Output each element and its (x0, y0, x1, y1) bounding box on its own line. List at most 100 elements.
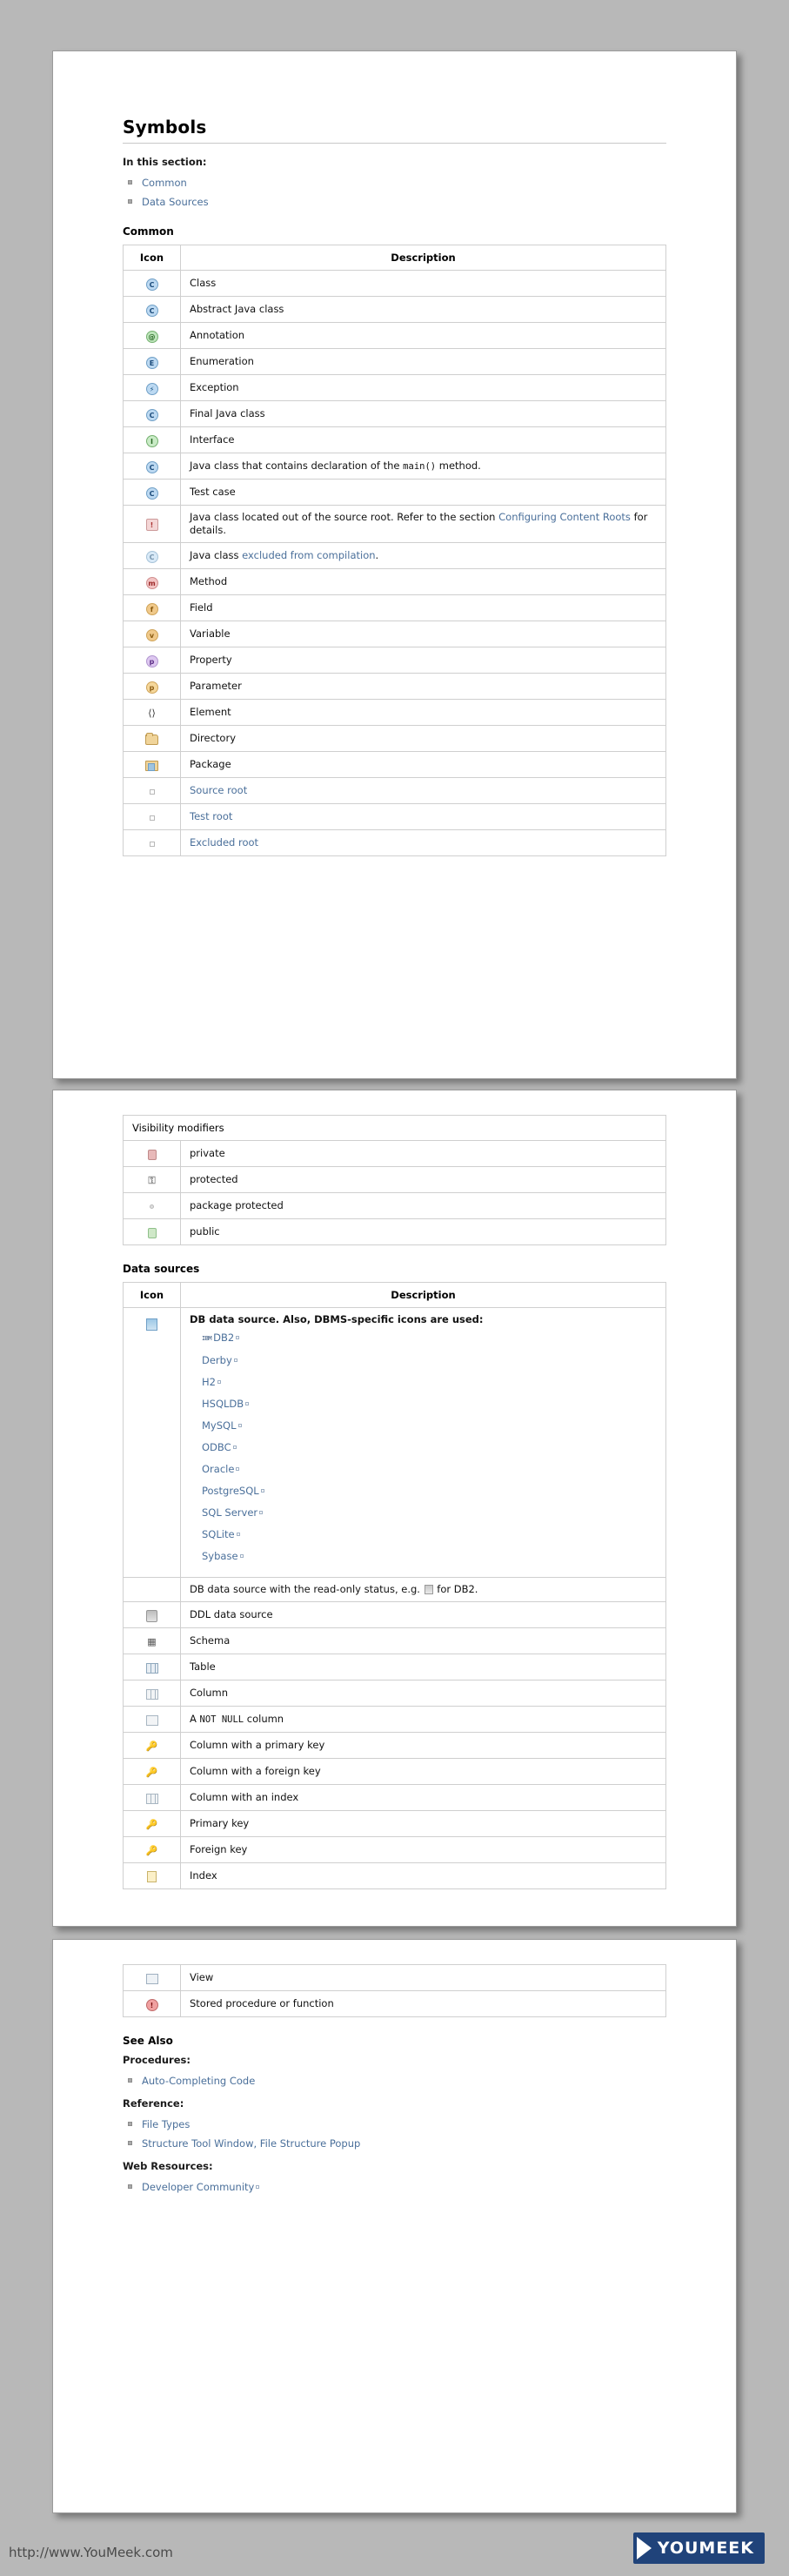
section-heading-see-also: See Also (123, 2035, 666, 2047)
group-label-web-resources: Web Resources: (123, 2160, 666, 2172)
icon-cell: I (124, 427, 181, 453)
web-resources-link-list: Developer Community (123, 2181, 666, 2193)
external-link-icon (237, 1533, 240, 1536)
table-icon (146, 1663, 158, 1674)
description-cell: Primary key (181, 1811, 666, 1837)
description-cell: DB data source. Also, DBMS-specific icon… (181, 1308, 666, 1578)
table-row: @ Annotation (124, 323, 666, 349)
table-row: Test root (124, 804, 666, 830)
text-pre: Java class that contains declaration of … (190, 460, 403, 472)
link-postgresql[interactable]: PostgreSQL (202, 1485, 259, 1497)
icon-cell (124, 1707, 181, 1733)
icon-cell (124, 1219, 181, 1245)
description-cell: Field (181, 595, 666, 621)
view-icon (146, 1974, 158, 1984)
icon-cell: p (124, 647, 181, 674)
protected-icon: ⚿ (146, 1175, 158, 1187)
link-derby[interactable]: Derby (202, 1354, 232, 1366)
logo-text: YOUMEEK (658, 2539, 754, 2558)
readonly-db2-icon (425, 1585, 433, 1594)
text-post: method. (436, 460, 481, 472)
table-row: ! Stored procedure or function (124, 1991, 666, 2017)
link-sql-server[interactable]: SQL Server (202, 1506, 257, 1519)
table-row: ⚿ protected (124, 1167, 666, 1193)
link-source-root[interactable]: Source root (190, 784, 247, 796)
link-sqlite[interactable]: SQLite (202, 1528, 235, 1540)
link-excluded-root[interactable]: Excluded root (190, 836, 258, 849)
link-db2[interactable]: DB2 (213, 1332, 234, 1344)
external-link-icon (256, 2185, 259, 2189)
description-cell: Interface (181, 427, 666, 453)
parameter-icon: p (146, 681, 158, 694)
public-icon (148, 1228, 157, 1238)
table-row: DB data source with the read-only status… (124, 1578, 666, 1602)
description-cell: Method (181, 569, 666, 595)
index-icon (147, 1871, 157, 1882)
toc-link-common[interactable]: Common (142, 177, 187, 189)
table-row: C Final Java class (124, 401, 666, 427)
foreign-key-icon: 🔑 (146, 1845, 158, 1857)
link-developer-community[interactable]: Developer Community (142, 2181, 254, 2193)
db-data-source-icon (146, 1318, 157, 1331)
link-oracle[interactable]: Oracle (202, 1463, 234, 1475)
table-header-row: Icon Description (124, 1283, 666, 1308)
page-sheet-1: Symbols In this section: Common Data Sou… (52, 50, 737, 1079)
external-link-icon (234, 1358, 237, 1362)
page-sheet-3: View ! Stored procedure or function See … (52, 1939, 737, 2513)
list-item: Auto-Completing Code (123, 2075, 666, 2087)
table-row: 🔑 Column with a foreign key (124, 1759, 666, 1785)
link-sybase[interactable]: Sybase (202, 1550, 238, 1562)
column-header-icon: Icon (124, 1283, 181, 1308)
procedures-link-list: Auto-Completing Code (123, 2075, 666, 2087)
link-excluded-from-compilation[interactable]: excluded from compilation (242, 549, 375, 561)
link-h2[interactable]: H2 (202, 1376, 216, 1388)
description-cell: Java class located out of the source roo… (181, 506, 666, 543)
external-link-icon (245, 1402, 249, 1405)
table-row: f Field (124, 595, 666, 621)
description-cell: Excluded root (181, 830, 666, 856)
link-configuring-content-roots[interactable]: Configuring Content Roots (498, 511, 631, 523)
list-item: MySQL (202, 1419, 657, 1432)
description-cell: DDL data source (181, 1602, 666, 1628)
description-cell: protected (181, 1167, 666, 1193)
list-item: Structure Tool Window, File Structure Po… (123, 2137, 666, 2150)
description-cell: DB data source with the read-only status… (181, 1578, 666, 1602)
table-row: Index (124, 1863, 666, 1889)
link-test-root[interactable]: Test root (190, 810, 232, 822)
toc-link-data-sources[interactable]: Data Sources (142, 196, 209, 208)
exception-icon: ⚡ (146, 383, 158, 395)
icon-cell (124, 1193, 181, 1219)
icon-cell: f (124, 595, 181, 621)
youmeek-logo: YOUMEEK (633, 2532, 765, 2564)
table-row: C Java class excluded from compilation. (124, 543, 666, 569)
package-icon (145, 761, 158, 771)
visibility-modifiers-table: Visibility modifiers private ⚿ protected… (123, 1115, 666, 1245)
description-cell: Column with an index (181, 1785, 666, 1811)
icon-cell (124, 1578, 181, 1602)
icon-cell (124, 830, 181, 856)
description-cell: Property (181, 647, 666, 674)
description-cell: Java class excluded from compilation. (181, 543, 666, 569)
link-odbc[interactable]: ODBC (202, 1441, 231, 1453)
common-symbols-table: Icon Description C Class C Abstract Java… (123, 245, 666, 856)
table-row: 🔑 Primary key (124, 1811, 666, 1837)
section-heading-data-sources: Data sources (123, 1263, 666, 1275)
description-cell: Element (181, 700, 666, 726)
link-auto-completing-code[interactable]: Auto-Completing Code (142, 2075, 255, 2087)
out-of-source-root-icon: ! (146, 519, 158, 531)
dbms-list: IBMDB2 Derby H2 HSQLDB MySQL ODBC Oracle… (190, 1332, 657, 1563)
square-bullet-icon (128, 2078, 132, 2083)
text-pre: A (190, 1713, 200, 1725)
link-hsqldb[interactable]: HSQLDB (202, 1398, 244, 1410)
icon-cell (124, 1602, 181, 1628)
table-row: ⟨⟩ Element (124, 700, 666, 726)
table-row: 🔑 Column with a primary key (124, 1733, 666, 1759)
link-file-types[interactable]: File Types (142, 2118, 190, 2130)
table-row: C Test case (124, 480, 666, 506)
table-row: Package (124, 752, 666, 778)
link-mysql[interactable]: MySQL (202, 1419, 237, 1432)
annotation-icon: @ (146, 331, 158, 343)
icon-cell: 🔑 (124, 1733, 181, 1759)
excluded-class-icon: C (146, 551, 158, 563)
link-structure-tool-window[interactable]: Structure Tool Window, File Structure Po… (142, 2137, 360, 2150)
